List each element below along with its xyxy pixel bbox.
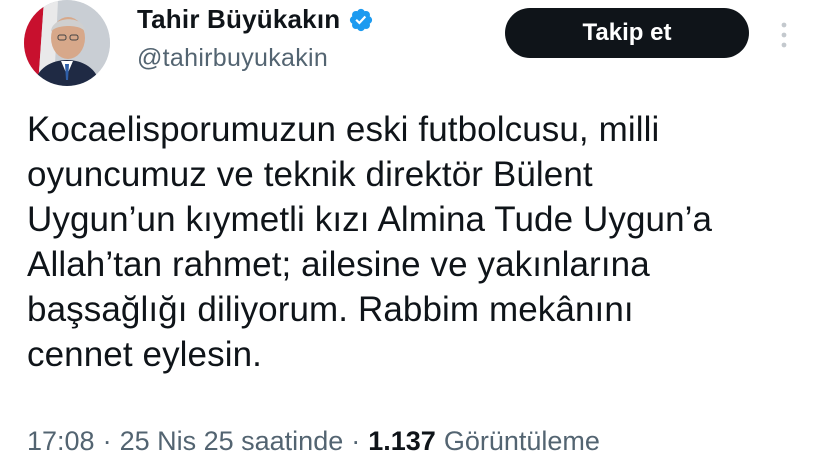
tweet-meta: 17:08 · 25 Nis 25 saatinde · 1.137 Görün… <box>27 426 600 457</box>
tweet-text: Kocaelisporumuzun eski futbolcusu, milli… <box>27 110 713 374</box>
follow-button[interactable]: Takip et <box>505 8 749 58</box>
author-handle[interactable]: @tahirbuyukakin <box>137 44 328 73</box>
tweet-time[interactable]: 17:08 <box>27 426 95 457</box>
author-name-row: Tahir Büyükakın <box>137 4 374 35</box>
author-display-name[interactable]: Tahir Büyükakın <box>137 4 340 35</box>
avatar-portrait-image <box>24 0 110 86</box>
meta-separator: · <box>102 426 112 456</box>
author-avatar[interactable] <box>24 0 110 86</box>
views-label: Görüntüleme <box>443 426 600 456</box>
meta-separator: · <box>351 426 361 456</box>
verified-badge-icon <box>348 7 374 33</box>
views-count: 1.137 <box>368 426 436 456</box>
more-vertical-icon[interactable] <box>778 20 790 50</box>
tweet-date[interactable]: 25 Nis 25 saatinde <box>120 426 344 457</box>
